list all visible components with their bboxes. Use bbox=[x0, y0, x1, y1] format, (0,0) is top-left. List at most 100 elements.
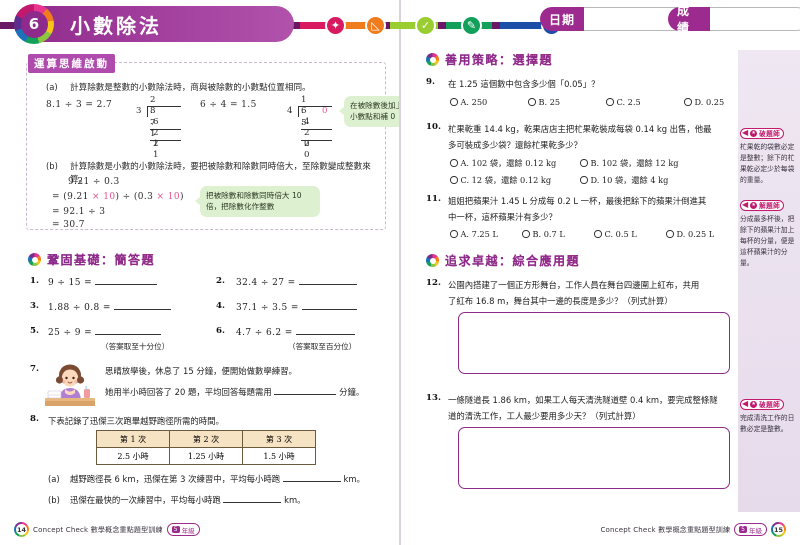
q9-option-d[interactable]: D. 0.25 bbox=[684, 97, 724, 107]
radio-circle-icon[interactable] bbox=[684, 98, 692, 106]
arrow-left-icon: ◀ bbox=[742, 128, 749, 137]
q8a-answer-blank[interactable] bbox=[282, 473, 341, 482]
q9-option-a-label: A. 250 bbox=[460, 97, 488, 107]
play-circle-icon bbox=[426, 254, 439, 267]
tip-text-2: 分成最多杯後，把餘下的蘋果汁加上每杯的分量，便是這杯蘋果汁的分量。 bbox=[740, 215, 795, 267]
question-7-line2: 她用半小時回答了 20 題，平均回答每題需用 分鐘。 bbox=[105, 385, 395, 401]
q8-time-table: 第 1 次 第 2 次 第 3 次 2.5 小時 1.25 小時 1.5 小時 bbox=[96, 430, 316, 465]
radio-circle-icon[interactable] bbox=[450, 176, 458, 184]
play-circle-icon bbox=[426, 53, 439, 66]
tip-text-1: 杧果乾的袋數必定是整數；餘下的杧果乾必定少於每袋的重量。 bbox=[740, 143, 795, 184]
q8b-post: km。 bbox=[284, 495, 306, 505]
lightbulb-icon: ★ bbox=[750, 201, 758, 209]
ld-right-vinculum bbox=[298, 106, 332, 107]
question-number-8: 8. bbox=[30, 414, 39, 424]
workbook-spread: 運算思維啟動 (a) 計算除數是整數的小數除法時，商與被除數的小數點位置相同。 … bbox=[0, 0, 800, 545]
ld-left-vinculum bbox=[147, 106, 181, 107]
grade-number-left: 5 bbox=[171, 526, 180, 533]
concept-b-line3: = 92.1 ÷ 3 bbox=[52, 207, 106, 217]
radio-circle-icon[interactable] bbox=[666, 230, 674, 238]
q11-option-d[interactable]: D. 0.25 L bbox=[666, 229, 714, 239]
q6-expr-text: 4.7 ÷ 6.2 = bbox=[236, 328, 293, 338]
q7-line2-post: 分鐘。 bbox=[339, 387, 365, 397]
score-input[interactable] bbox=[709, 7, 800, 31]
chapter-title-pill: 小數除法 bbox=[14, 6, 294, 42]
q8b-answer-blank[interactable] bbox=[223, 494, 282, 503]
radio-circle-icon[interactable] bbox=[606, 98, 614, 106]
q9-option-b[interactable]: B. 25 bbox=[528, 97, 560, 107]
q3-answer-blank[interactable] bbox=[114, 301, 172, 310]
question-4-expression: 37.1 ÷ 3.5 = bbox=[236, 300, 358, 317]
tip-title-3: 破題師 bbox=[759, 401, 781, 409]
concept-b-label: (b) bbox=[46, 161, 58, 171]
table-row: 2.5 小時 1.25 小時 1.5 小時 bbox=[96, 447, 316, 465]
question-11-line1: 姐姐把蘋果汁 1.45 L 分成每 0.2 L 一杯，最後把餘下的蘋果汁倒進其 bbox=[448, 196, 707, 206]
q9-option-d-label: D. 0.25 bbox=[694, 97, 725, 107]
compass-icon: ✦ bbox=[325, 15, 346, 36]
q4-answer-blank[interactable] bbox=[302, 301, 358, 310]
radio-circle-icon[interactable] bbox=[580, 159, 588, 167]
tip-badge-2: ◀ ★ 解題師 bbox=[740, 199, 785, 211]
question-number-10: 10. bbox=[426, 122, 441, 132]
page-number-left: 14 bbox=[16, 524, 27, 535]
q10-option-d[interactable]: D. 10 袋，還餘 4 kg bbox=[580, 174, 668, 186]
radio-circle-icon[interactable] bbox=[450, 159, 458, 167]
q11-option-a[interactable]: A. 7.25 L bbox=[450, 229, 498, 239]
q1-answer-blank[interactable] bbox=[95, 276, 158, 285]
q10-option-a-label: A. 102 袋，還餘 0.12 kg bbox=[460, 158, 557, 168]
footer-right: Concept Check 數學概念重點題型訓練 5 年級 15 bbox=[600, 522, 786, 537]
question-13-line1: 一條隧道長 1.86 km，如果工人每天清洗隧道壁 0.4 km，要完成整條隧 bbox=[448, 395, 718, 405]
grade-pill-left: 5 年級 bbox=[166, 523, 200, 536]
question-number-5: 5. bbox=[30, 326, 39, 336]
play-circle-icon bbox=[28, 253, 41, 266]
tip-badge-1: ◀ ★ 破題師 bbox=[740, 127, 785, 139]
tip-text-3: 完成清洗工作的日數必定是整數。 bbox=[740, 414, 795, 433]
radio-circle-icon[interactable] bbox=[522, 230, 530, 238]
score-field[interactable]: 成績 bbox=[668, 4, 800, 35]
ld-right-rule2 bbox=[301, 140, 332, 141]
table-cell: 2.5 小時 bbox=[96, 447, 170, 465]
q11-option-c[interactable]: C. 0.5 L bbox=[594, 229, 637, 239]
table-header-cell: 第 3 次 bbox=[242, 430, 316, 448]
left-page: 運算思維啟動 (a) 計算除數是整數的小數除法時，商與被除數的小數點位置相同。 … bbox=[0, 0, 410, 545]
pencil-icon: ✎ bbox=[461, 15, 482, 36]
q10-option-a[interactable]: A. 102 袋，還餘 0.12 kg bbox=[450, 157, 556, 169]
question-7-line1: 思晴放學後，休息了 15 分鐘，便開始做數學練習。 bbox=[105, 366, 297, 376]
page-header: ✦ ◺ ✓ ✎ ◕ 小數除法 6 日期 成績 bbox=[0, 0, 800, 50]
q10-option-b[interactable]: B. 102 袋，還餘 12 kg bbox=[580, 157, 679, 169]
table-header-row: 第 1 次 第 2 次 第 3 次 bbox=[96, 430, 316, 448]
question-8b-label: (b) bbox=[48, 495, 60, 505]
q6-answer-blank[interactable] bbox=[295, 326, 355, 335]
q7-answer-blank[interactable] bbox=[274, 386, 337, 395]
question-13-answer-box[interactable] bbox=[458, 427, 730, 489]
q2-expr-text: 32.4 ÷ 27 = bbox=[236, 278, 296, 288]
concept-b-line2: = (9.21 × 10) ÷ (0.3 × 10) bbox=[52, 191, 184, 205]
q5-answer-blank[interactable] bbox=[95, 326, 162, 335]
q9-option-c[interactable]: C. 2.5 bbox=[606, 97, 641, 107]
question-number-6: 6. bbox=[216, 326, 225, 336]
concept-b-line2-mid: ) ÷ (0.3 bbox=[115, 192, 157, 202]
radio-circle-icon[interactable] bbox=[450, 98, 458, 106]
question-number-12: 12. bbox=[426, 278, 441, 288]
q11-option-b[interactable]: B. 0.7 L bbox=[522, 229, 565, 239]
ld-left-step1: 6 bbox=[153, 117, 160, 127]
question-number-9: 9. bbox=[426, 77, 435, 87]
q8a-pre: 越野跑徑長 6 km，迅傑在第 3 次練習中，平均每小時跑 bbox=[70, 474, 281, 484]
date-label: 日期 bbox=[540, 7, 585, 31]
ld-right-bracket bbox=[298, 106, 299, 117]
ld-left-step3: 2 1 bbox=[153, 139, 160, 161]
question-number-1: 1. bbox=[30, 276, 39, 286]
footer-left: 14 Concept Check 數學概念重點題型訓練 5 年級 bbox=[14, 522, 200, 537]
q11-option-a-label: A. 7.25 L bbox=[460, 229, 498, 239]
q2-answer-blank[interactable] bbox=[298, 276, 357, 285]
triangle-ruler-icon: ◺ bbox=[365, 15, 386, 36]
radio-circle-icon[interactable] bbox=[450, 230, 458, 238]
q9-option-a[interactable]: A. 250 bbox=[450, 97, 487, 107]
section-title-strategy: 善用策略：選擇題 bbox=[445, 53, 554, 67]
question-number-2: 2. bbox=[216, 276, 225, 286]
radio-circle-icon[interactable] bbox=[594, 230, 602, 238]
radio-circle-icon[interactable] bbox=[580, 176, 588, 184]
q10-option-c[interactable]: C. 12 袋，還餘 0.12 kg bbox=[450, 174, 551, 186]
question-12-answer-box[interactable] bbox=[458, 312, 730, 374]
radio-circle-icon[interactable] bbox=[528, 98, 536, 106]
